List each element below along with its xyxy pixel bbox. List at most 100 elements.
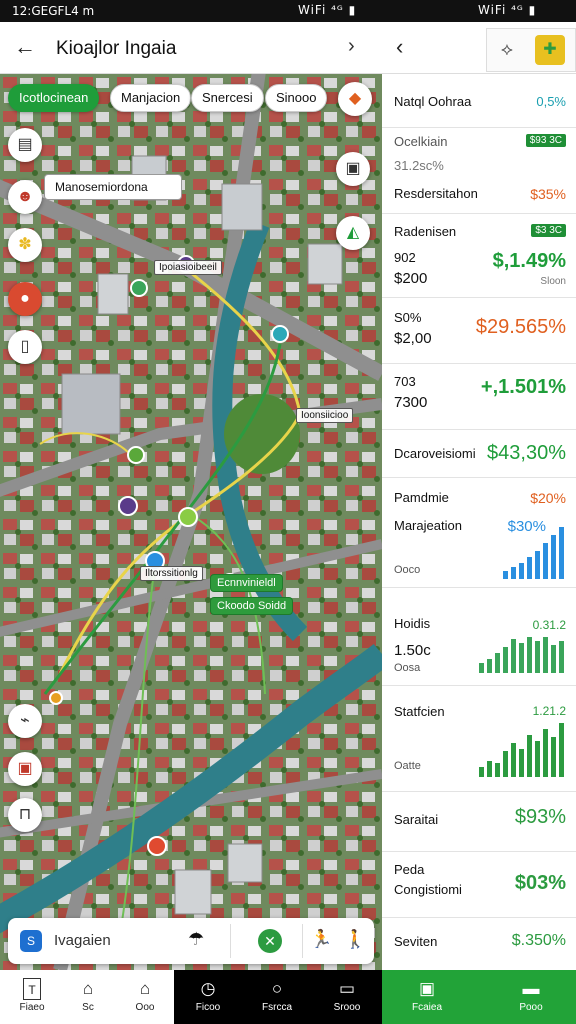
search-icon: S bbox=[20, 930, 42, 952]
row-line: 703 bbox=[394, 374, 416, 389]
umbrella-icon[interactable]: ☂ bbox=[188, 929, 204, 950]
tab-label: Pooo bbox=[519, 1002, 543, 1013]
row-value: $35% bbox=[530, 186, 566, 202]
row-name: Ocelkiain bbox=[394, 134, 448, 149]
chip-filter-4[interactable]: Sinooo bbox=[265, 84, 328, 112]
nav-item-1[interactable]: T Fiaeo bbox=[4, 970, 60, 1024]
tab-pooo[interactable]: ▬ Pooo bbox=[486, 970, 576, 1013]
nav-label: Srooo bbox=[333, 1002, 361, 1013]
search-input[interactable]: Ivagaien bbox=[54, 932, 111, 949]
stats-row[interactable]: Statfcien 1.21.2 Oatte bbox=[382, 686, 576, 792]
tab-fcaiea[interactable]: ▣ Fcaiea bbox=[382, 970, 472, 1013]
map-callout: Manosemiordona bbox=[44, 174, 182, 200]
green-bar-chart bbox=[479, 625, 564, 673]
row-value: 1.21.2 bbox=[532, 704, 566, 718]
stats-row[interactable]: 703 7300 +,1.501% bbox=[382, 364, 576, 430]
row-name: Resdersitahon bbox=[394, 186, 478, 201]
row-value: $20% bbox=[530, 490, 566, 506]
chip-filter-1[interactable]: Icotlocinean bbox=[8, 84, 100, 112]
row-line: S0% bbox=[394, 310, 422, 325]
nav-item-2[interactable]: ⌂ Sc bbox=[60, 970, 116, 1024]
row-line: $200 bbox=[394, 270, 428, 287]
nav-item-6[interactable]: ▭ Srooo bbox=[312, 970, 382, 1024]
bus-icon[interactable]: ▤ bbox=[8, 128, 42, 162]
nav-background bbox=[0, 970, 4, 1024]
status-icons-left: WiFi ⁴ᴳ ▮ bbox=[298, 3, 357, 17]
map-label: Iltorssitionlg bbox=[140, 566, 203, 581]
green-bar-chart bbox=[479, 719, 564, 777]
row-line: $2,00 bbox=[394, 330, 432, 347]
walk-icon[interactable]: ⌁ bbox=[8, 704, 42, 738]
stats-title-row: Natql Oohraa 0,5% bbox=[382, 74, 576, 128]
share-icon[interactable]: ⟡ bbox=[501, 39, 513, 60]
chip-filter-3[interactable]: Snercesi bbox=[191, 84, 264, 112]
fruit-icon[interactable]: ● bbox=[8, 282, 42, 316]
map-label: Ipoiasioibeeil bbox=[154, 260, 222, 275]
map-topbar: ← Kioajlor Ingaia › bbox=[0, 22, 382, 74]
stats-row[interactable]: Saraitai $93% bbox=[382, 792, 576, 852]
location-icon[interactable]: ◭ bbox=[336, 216, 370, 250]
nav-label: Ficoo bbox=[195, 1002, 221, 1013]
bottom-nav: T Fiaeo ⌂ Sc ⌂ Ooo ◷ Ficoo ○ Fsrcca ▭ Sr… bbox=[0, 970, 382, 1024]
stats-row[interactable]: Hoidis 0.31.2 1.50c Oosa bbox=[382, 588, 576, 686]
nav-icon: ◷ bbox=[200, 979, 216, 998]
row-name: Pamdmie bbox=[394, 490, 449, 505]
stats-row[interactable]: Radenisen $3 3C 902 $200 $,1.49% Sloon bbox=[382, 214, 576, 298]
chevron-right-icon[interactable]: › bbox=[348, 35, 355, 58]
back-arrow-icon[interactable]: ← bbox=[14, 34, 36, 60]
stats-row[interactable]: Ocelkiain $93 3C 31.2sc% Resdersitahon $… bbox=[382, 128, 576, 214]
image-icon[interactable]: ▣ bbox=[8, 752, 42, 786]
runner-icon[interactable]: 🏃 bbox=[310, 929, 332, 950]
row-big-value: $,1.49% bbox=[492, 250, 566, 272]
stats-row[interactable]: Peda Congistiomi $03% bbox=[382, 852, 576, 918]
divider bbox=[230, 924, 231, 958]
nav-icon: ○ bbox=[271, 979, 283, 998]
row-name: Saraitai bbox=[394, 812, 439, 827]
toolbar-box: ⟡ ✚ bbox=[486, 28, 576, 72]
nav-item-3[interactable]: ⌂ Ooo bbox=[116, 970, 174, 1024]
close-icon[interactable]: ✕ bbox=[258, 929, 282, 953]
row-big-value: $29.565% bbox=[475, 316, 566, 338]
value-badge: $3 3C bbox=[531, 224, 566, 237]
bag-icon[interactable]: ⊓ bbox=[8, 798, 42, 832]
row-sub: 31.2sc% bbox=[394, 158, 444, 173]
nav-item-5[interactable]: ○ Fsrcca bbox=[242, 970, 312, 1024]
gift-icon[interactable]: ✚ bbox=[535, 35, 565, 65]
bag-icon[interactable]: ▣ bbox=[336, 152, 370, 186]
nav-icon: ⌂ bbox=[139, 979, 151, 998]
stats-panel: ‹ ⟡ ✚ Natql Oohraa 0,5% Ocelkiain $93 3C… bbox=[382, 22, 576, 970]
row-name: Hoidis bbox=[394, 616, 431, 631]
row-name: Radenisen bbox=[394, 224, 457, 239]
row-name: Peda bbox=[394, 862, 425, 877]
chip-label: Snercesi bbox=[202, 90, 253, 105]
walk-icon[interactable]: 🚶 bbox=[344, 929, 366, 950]
search-bar[interactable]: S Ivagaien ☂ ✕ 🏃 🚶 bbox=[8, 918, 374, 964]
person-icon[interactable]: ☻ bbox=[8, 180, 42, 214]
stats-header-value: 0,5% bbox=[536, 94, 566, 109]
nav-item-4[interactable]: ◷ Ficoo bbox=[174, 970, 242, 1024]
row-big-value: $43,30% bbox=[487, 442, 566, 464]
nav-label: Fiaeo bbox=[19, 1002, 45, 1013]
status-bar: 12:GEGFL4 m WiFi ⁴ᴳ ▮ WiFi ⁴ᴳ ▮ bbox=[0, 0, 576, 22]
row-name: Seviten bbox=[394, 934, 438, 949]
row-big-value: +,1.501% bbox=[480, 376, 566, 398]
stats-row[interactable]: Pamdmie $20% Marajeation $30% Ooco bbox=[382, 478, 576, 588]
nav-icon: ⌂ bbox=[82, 979, 94, 998]
stats-row[interactable]: Dcaroveisiomi $43,30% bbox=[382, 430, 576, 478]
layers-icon[interactable]: ◆ bbox=[338, 82, 372, 116]
map-view[interactable]: Icotlocinean Manjacion Snercesi Sinooo ◆… bbox=[0, 74, 382, 970]
row-line: 902 bbox=[394, 250, 416, 265]
wallet-icon: ▬ bbox=[522, 979, 540, 998]
chip-filter-2[interactable]: Manjacion bbox=[110, 84, 192, 112]
stats-row[interactable]: Seviten $.350% bbox=[382, 918, 576, 970]
row-small: Sloon bbox=[540, 276, 566, 287]
bee-icon[interactable]: ✽ bbox=[8, 228, 42, 262]
nav-icon: T bbox=[23, 978, 41, 1000]
back-chevron-icon[interactable]: ‹ bbox=[396, 34, 403, 60]
chip-label: Manjacion bbox=[121, 90, 181, 105]
status-time: 12:GEGFL4 m bbox=[12, 4, 95, 18]
bottle-icon[interactable]: ▯ bbox=[8, 330, 42, 364]
row-caption: Oosa bbox=[394, 662, 421, 674]
stats-row[interactable]: S0% $2,00 $29.565% bbox=[382, 298, 576, 364]
aerial-city-map bbox=[0, 74, 382, 970]
